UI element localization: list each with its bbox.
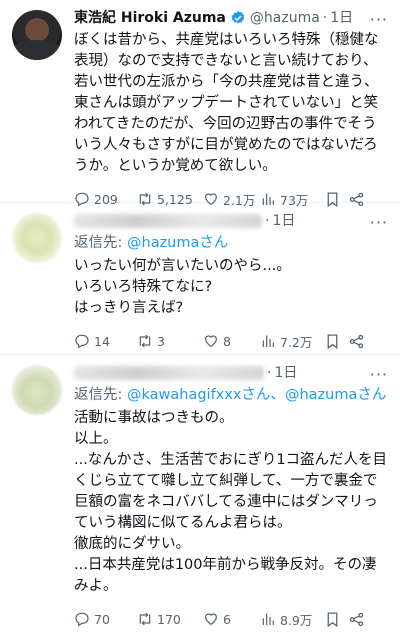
share-button[interactable] — [348, 611, 369, 628]
action-bar: 70 170 6 8.9万 — [74, 597, 390, 641]
reply-button[interactable]: 70 — [74, 611, 137, 627]
more-icon[interactable]: ··· — [370, 213, 388, 232]
retweet-count: 170 — [157, 611, 181, 627]
bookmark-button[interactable] — [324, 611, 348, 628]
like-button[interactable]: 8 — [203, 333, 260, 349]
tweet-header: · 1日 — [74, 363, 390, 383]
tweet-text: いったい何が言いたいのやら...。 いろいろ特殊てなに? はっきり言えば? — [74, 258, 291, 316]
views-icon — [262, 613, 274, 625]
like-icon — [205, 613, 217, 626]
author-name-redacted[interactable] — [74, 214, 262, 228]
tweet-reply-1[interactable]: · 1日 ··· 返信先: @hazumaさん いったい何が言いたいのやら...… — [0, 203, 400, 355]
reply-to-mention[interactable]: @kawahagifxxxさん、 — [127, 387, 285, 403]
views-icon — [262, 335, 274, 347]
bookmark-button[interactable] — [324, 333, 348, 350]
tweet-main[interactable]: 東浩紀 Hiroki Azuma @hazuma · 1日 ··· ぼくは昔から… — [0, 0, 400, 208]
reply-to-line: 返信先: @hazumaさん — [74, 233, 390, 254]
share-icon — [349, 612, 364, 626]
separator-dot: · — [265, 213, 270, 229]
tweet-text: 活動に事故はつきもの。 以上。 ...なんかさ、生活苦でおにぎり1コ盗んだ人を目… — [74, 410, 388, 594]
separator-dot: · — [267, 365, 272, 381]
retweet-button[interactable]: 170 — [137, 611, 203, 627]
tweet-header: · 1日 — [74, 211, 390, 231]
separator-dot: · — [322, 10, 328, 26]
reply-count: 70 — [94, 611, 110, 627]
avatar[interactable] — [12, 213, 62, 263]
bookmark-icon — [327, 333, 338, 349]
reply-icon — [75, 334, 89, 349]
views-button[interactable]: 8.9万 — [260, 610, 324, 629]
verified-badge-icon — [231, 11, 245, 24]
bookmark-icon — [327, 611, 338, 627]
reply-count: 14 — [94, 333, 110, 349]
timestamp[interactable]: 1日 — [274, 363, 297, 383]
like-button[interactable]: 6 — [203, 611, 260, 627]
reply-to-prefix: 返信先: — [74, 387, 123, 403]
retweet-count: 3 — [157, 333, 165, 349]
avatar[interactable] — [12, 10, 62, 60]
author-handle[interactable]: @hazuma — [250, 8, 320, 28]
author-name[interactable]: 東浩紀 Hiroki Azuma — [74, 8, 226, 28]
retweet-button[interactable]: 3 — [137, 333, 203, 349]
retweet-icon — [139, 612, 151, 626]
reply-to-line: 返信先: @kawahagifxxxさん、@hazumaさん — [74, 385, 390, 406]
share-button[interactable] — [348, 333, 369, 350]
retweet-icon — [139, 334, 151, 348]
more-icon[interactable]: ··· — [370, 365, 388, 384]
like-count: 6 — [223, 611, 231, 627]
reply-to-prefix: 返信先: — [74, 235, 123, 251]
reply-to-mention[interactable]: @hazumaさん — [127, 235, 228, 251]
reply-to-mention[interactable]: @hazumaさん — [285, 387, 386, 403]
tweet-header: 東浩紀 Hiroki Azuma @hazuma · 1日 — [74, 8, 390, 28]
reply-icon — [75, 612, 89, 627]
like-icon — [205, 335, 217, 348]
share-icon — [349, 334, 364, 348]
like-count: 8 — [223, 333, 231, 349]
tweet-reply-2[interactable]: · 1日 ··· 返信先: @kawahagifxxxさん、@hazumaさん … — [0, 355, 400, 628]
views-button[interactable]: 7.2万 — [260, 332, 324, 351]
more-icon[interactable]: ··· — [370, 10, 388, 29]
views-count: 8.9万 — [280, 612, 313, 628]
tweet-text: ぼくは昔から、共産党はいろいろ特殊（穏健な表現）なので支持できないと言い続けてお… — [74, 32, 379, 174]
avatar[interactable] — [12, 365, 62, 415]
views-count: 7.2万 — [280, 334, 313, 350]
reply-button[interactable]: 14 — [74, 333, 137, 349]
timestamp[interactable]: 1日 — [272, 211, 295, 231]
author-name-redacted[interactable] — [74, 366, 264, 380]
timestamp[interactable]: 1日 — [330, 8, 353, 28]
